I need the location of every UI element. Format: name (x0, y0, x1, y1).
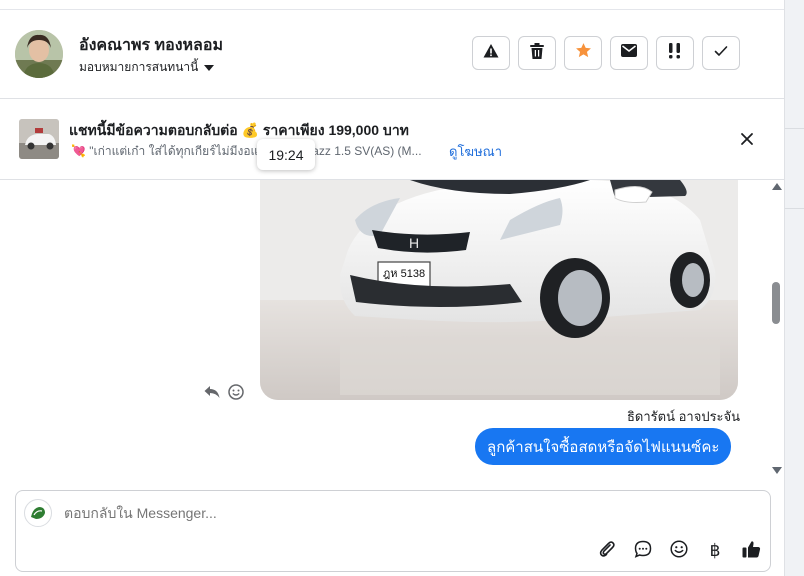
ad-context-bar: แชทนี้มีข้อความตอบกลับต่อ 💰 ราคาเพียง 19… (0, 99, 784, 180)
mark-unread-button[interactable] (610, 36, 648, 70)
star-button[interactable] (564, 36, 602, 70)
conversation-header: อังคณาพร ทองหลอม มอบหมายการสนทนานี้ (0, 10, 784, 99)
scrollbar-thumb[interactable] (772, 282, 780, 324)
payment-button[interactable]: ฿ (703, 539, 727, 563)
star-icon (575, 42, 592, 64)
mark-done-button[interactable] (702, 36, 740, 70)
send-like-button[interactable] (739, 539, 763, 563)
ad-thumbnail[interactable] (19, 119, 59, 159)
follow-up-button[interactable] (656, 36, 694, 70)
paperclip-icon (598, 540, 616, 563)
ad-title: แชทนี้มีข้อความตอบกลับต่อ 💰 ราคาเพียง 19… (69, 122, 409, 138)
message-composer: ฿ (15, 490, 771, 572)
chat-bubble-icon (634, 540, 652, 563)
close-icon (738, 133, 756, 152)
message-thread: H ฎห 5138 ธิดารัตน์ อาจประจัน ลูกค้าสนใจ… (0, 180, 784, 486)
close-ad-bar-button[interactable] (738, 130, 756, 153)
emoji-button[interactable] (667, 539, 691, 563)
timestamp-tooltip: 19:24 (257, 139, 315, 170)
assign-conversation-dropdown[interactable]: มอบหมายการสนทนานี้ (79, 58, 215, 77)
svg-text:H: H (409, 235, 419, 251)
scroll-up-arrow-icon[interactable] (772, 183, 782, 190)
reply-icon[interactable] (204, 385, 220, 404)
attach-file-button[interactable] (595, 539, 619, 563)
header-actions (472, 36, 740, 70)
adjacent-panel-edge (785, 0, 804, 576)
divider (785, 128, 804, 129)
follow-up-icon (668, 42, 682, 64)
contact-avatar[interactable] (15, 30, 63, 78)
message-tools (204, 384, 244, 405)
conversation-panel: อังคณาพร ทองหลอม มอบหมายการสนทนานี้ แชทน… (0, 0, 785, 576)
sender-name: ธิดารัตน์ อาจประจัน (627, 409, 741, 424)
composer-toolbar: ฿ (595, 539, 763, 563)
license-plate-text: ฎห 5138 (383, 268, 425, 280)
warning-icon (483, 43, 499, 64)
thread-scrollbar[interactable] (770, 180, 784, 486)
baht-icon: ฿ (709, 541, 721, 560)
divider (785, 208, 804, 209)
checkmark-icon (714, 44, 728, 62)
trash-icon (530, 42, 544, 64)
saved-replies-button[interactable] (631, 539, 655, 563)
mark-spam-button[interactable] (472, 36, 510, 70)
contact-name[interactable]: อังคณาพร ทองหลอม (79, 33, 223, 58)
smiley-icon (670, 539, 688, 563)
mail-icon (621, 44, 637, 62)
scroll-down-arrow-icon[interactable] (772, 467, 782, 474)
thumbs-up-icon (742, 540, 761, 563)
reply-input[interactable] (64, 505, 664, 521)
chevron-down-icon (204, 64, 215, 71)
outgoing-message-bubble[interactable]: ลูกค้าสนใจซื้อสดหรือจัดไฟแนนซ์คะ (475, 428, 732, 465)
car-photo-attachment[interactable]: H ฎห 5138 (260, 180, 738, 400)
view-ad-link[interactable]: ดูโฆษณา (449, 141, 502, 162)
react-emoji-icon[interactable] (228, 384, 244, 405)
delete-button[interactable] (518, 36, 556, 70)
page-avatar (24, 499, 52, 527)
assign-label: มอบหมายการสนทนานี้ (79, 60, 199, 74)
